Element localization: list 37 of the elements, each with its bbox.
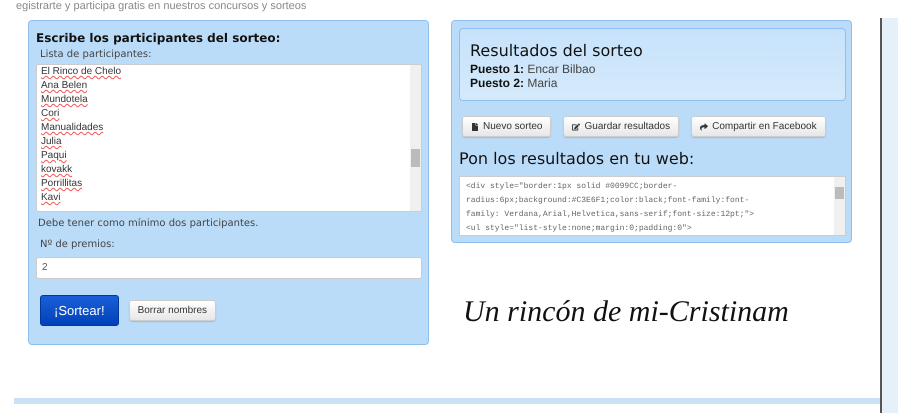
- participant-name: Kavi: [41, 191, 60, 205]
- scrollbar[interactable]: [834, 177, 845, 235]
- prizes-label: Nº de premios:: [40, 239, 116, 250]
- draw-button[interactable]: ¡Sortear!: [40, 295, 119, 326]
- header-text: egistrarte y participa gratis en nuestros concursos y sorteos: [15, 0, 308, 14]
- share-icon: [700, 122, 708, 130]
- panel-title: Escribe los participantes del sorteo:: [36, 31, 282, 45]
- participant-name: Julia: [41, 135, 62, 149]
- embed-code-field[interactable]: [459, 176, 846, 236]
- signature-text: Un rincón de mi-Cristinam: [463, 295, 790, 329]
- scrollbar[interactable]: [410, 65, 421, 211]
- participant-name: Paqui: [41, 149, 67, 163]
- list-label: Lista de participantes:: [40, 49, 152, 60]
- code-line: radius:6px;background:#C3E6F1;color:black;font-family:font-: [466, 195, 750, 207]
- result-line: Puesto 2: Maria: [470, 76, 558, 90]
- participant-name: kovakk: [41, 163, 72, 177]
- action-button[interactable]: Nuevo sorteo: [462, 116, 552, 137]
- action-button[interactable]: Compartir en Facebook: [691, 116, 826, 137]
- participants-field[interactable]: El Rinco de Chelo Ana Belen Mundotela Cori Manualidades Julia Paqui kovakk Porrillitas Kavi: [36, 64, 422, 212]
- participant-name: El Rinco de Chelo: [41, 65, 122, 79]
- code-line: family: Verdana,Arial,Helvetica,sans-serif;font-size:12pt;">: [466, 209, 756, 221]
- code-line: <ul style="list-style:none;margin:0;padding:0">: [466, 223, 693, 235]
- code-line: <div style="border:1px solid #0099CC;border-: [466, 181, 678, 193]
- file-icon: [471, 122, 479, 130]
- results-title: Resultados del sorteo: [470, 41, 644, 60]
- hint-text: Debe tener como mínimo dos participantes.: [38, 218, 260, 229]
- participant-name: Cori: [41, 107, 60, 121]
- result-line: Puesto 1: Encar Bilbao: [470, 62, 596, 76]
- action-button[interactable]: Guardar resultados: [563, 116, 680, 137]
- clear-button[interactable]: Borrar nombres: [128, 300, 216, 321]
- participant-name: Porrillitas: [41, 177, 82, 191]
- participant-name: Ana Belen: [41, 79, 88, 93]
- participant-name: Mundotela: [41, 93, 88, 107]
- edit-icon: [572, 122, 580, 130]
- prizes-field[interactable]: 2: [36, 257, 422, 279]
- embed-title: Pon los resultados en tu web:: [459, 149, 696, 168]
- participant-name: Manualidades: [41, 121, 104, 135]
